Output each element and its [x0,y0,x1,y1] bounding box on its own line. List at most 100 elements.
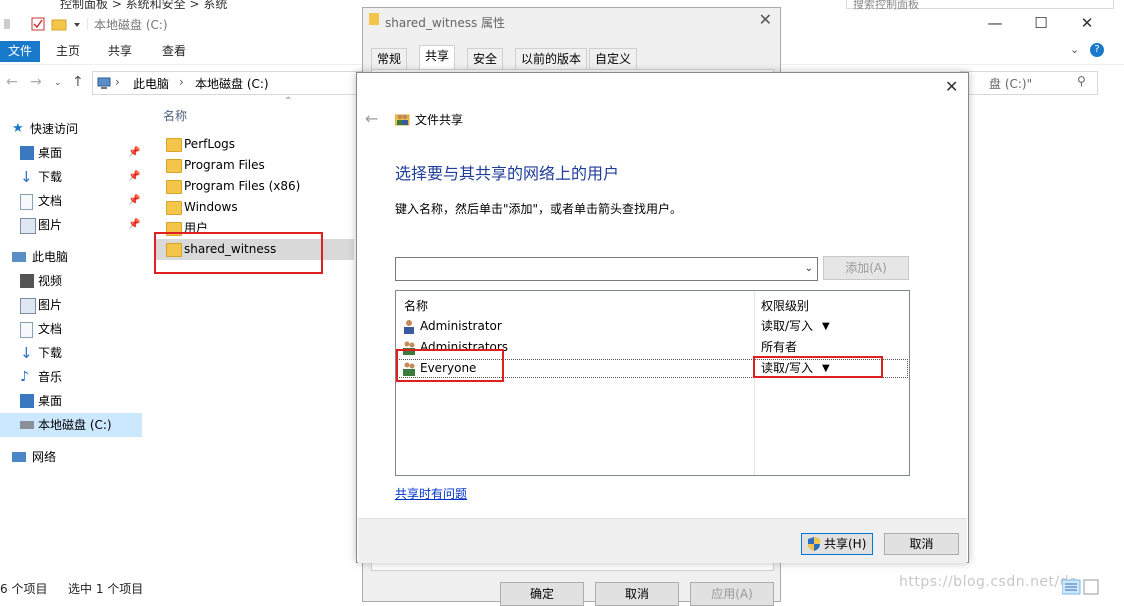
permission-level: 所有者 [761,340,798,354]
view-toggle [1062,578,1102,596]
picture-icon [20,218,36,234]
permission-level[interactable]: 读取/写入 [761,316,813,337]
computer-icon [97,77,111,89]
pin-icon[interactable]: 📌 [128,141,140,165]
nav-downloads[interactable]: ↓ 下载 📌 [0,165,142,189]
watermark: https://blog.csdn.net/da [899,574,1079,590]
address-pc[interactable]: 此电脑 [133,75,169,92]
nav-desktop[interactable]: 桌面 📌 [0,141,142,165]
file-item[interactable]: PerfLogs [156,134,354,155]
qat-dropdown-icon [74,23,80,27]
user-name-combobox[interactable]: ⌄ [395,257,818,281]
nav-network[interactable]: 网络 [0,445,142,469]
minimize-button[interactable]: — [972,10,1018,38]
nav-pictures[interactable]: 图片 📌 [0,213,142,237]
nav-label: 图片 [38,298,63,312]
forward-arrow-icon[interactable]: → [30,74,42,90]
download-arrow-icon: ↓ [20,168,33,186]
pin-icon[interactable]: 📌 [128,189,140,213]
nav-label: 文档 [38,194,63,208]
list-item[interactable]: Administrator 读取/写入 ▼ [396,316,909,337]
user-permission-list: 名称 权限级别 Administrator 读取/写入 ▼ Administra… [395,290,910,476]
nav-label: 快速访问 [30,122,79,136]
back-arrow-icon[interactable]: ← [6,74,18,90]
tab-general[interactable]: 常规 [371,48,408,69]
computer-icon [12,252,26,262]
recent-dropdown-icon[interactable]: ⌄ [54,78,62,88]
nav-music[interactable]: ♪ 音乐 [0,365,142,389]
desktop-icon [20,394,34,408]
folder-icon [369,13,379,25]
nav-local-disk[interactable]: 本地磁盘 (C:) [0,413,142,437]
nav-pc-desktop[interactable]: 桌面 [0,389,142,413]
sharing-help-link[interactable]: 共享时有问题 [395,485,467,502]
add-button[interactable]: 添加(A) [823,256,909,280]
close-icon[interactable]: ✕ [759,10,772,29]
tab-file[interactable]: 文件 [0,41,41,62]
address-box[interactable]: › 此电脑 › 本地磁盘 (C:) [92,71,362,95]
network-icon [12,452,26,462]
search-input[interactable]: 盘 (C:)" ⚲ [960,71,1098,95]
file-name: Windows [184,200,238,214]
pin-icon[interactable]: 📌 [128,213,140,237]
desktop-icon [20,146,34,160]
nav-pc-downloads[interactable]: ↓ 下载 [0,341,142,365]
back-arrow-icon[interactable]: ← [365,109,378,128]
background-search-box[interactable]: 搜索控制面板 [846,0,1114,10]
user-name: Administrator [420,319,502,333]
file-item[interactable]: Program Files (x86) [156,176,354,197]
folder-icon [166,180,182,194]
help-icon[interactable]: ? [1090,43,1104,57]
nav-pc-documents[interactable]: 文档 [0,317,142,341]
search-icon[interactable]: ⚲ [1077,74,1086,88]
nav-this-pc[interactable]: 此电脑 [0,245,142,269]
nav-pc-pictures[interactable]: 图片 [0,293,142,317]
column-header-name[interactable]: 名称 [404,297,428,314]
highlight-box-folder [154,232,323,274]
nav-quick-access[interactable]: ★ 快速访问 [0,117,142,141]
cancel-button[interactable]: 取消 [884,533,959,555]
search-text: 盘 (C:)" [989,77,1033,91]
file-item[interactable]: Windows [156,197,354,218]
cancel-button[interactable]: 取消 [595,582,679,606]
tab-sharing[interactable]: 共享 [419,45,456,70]
user-icon [404,320,414,334]
close-button[interactable]: ✕ [1064,10,1110,38]
address-drive[interactable]: 本地磁盘 (C:) [195,75,269,92]
tab-view[interactable]: 查看 [152,41,196,62]
apply-button[interactable]: 应用(A) [690,582,774,606]
nav-documents[interactable]: 文档 📌 [0,189,142,213]
quick-access-toolbar [4,16,88,32]
dialog-footer: 共享(H) 取消 [358,518,967,563]
tab-share[interactable]: 共享 [98,41,142,62]
properties-title: shared_witness 属性 [385,16,506,30]
drive-icon [20,421,34,429]
tab-home[interactable]: 主页 [46,41,90,62]
nav-label: 下载 [38,346,63,360]
dialog-instruction: 键入名称，然后单击"添加"，或者单击箭头查找用户。 [395,202,683,216]
document-icon [20,194,33,210]
pin-icon[interactable]: 📌 [128,165,140,189]
ribbon-expand-icon[interactable]: ⌄ [1070,43,1079,56]
file-name: Program Files [184,158,265,172]
up-arrow-icon[interactable]: ↑ [72,74,84,90]
close-icon[interactable]: ✕ [945,77,958,96]
dropdown-arrow-icon[interactable]: ▼ [822,316,830,337]
nav-videos[interactable]: 视频 [0,269,142,293]
tab-customize[interactable]: 自定义 [589,48,638,69]
background-breadcrumb: 控制面板 > 系统和安全 > 系统 [60,0,228,10]
star-icon: ★ [12,121,24,136]
chevron-down-icon[interactable]: ⌄ [805,263,813,274]
nav-label: 视频 [38,274,63,288]
file-item[interactable]: Program Files [156,155,354,176]
nav-label: 文档 [38,322,63,336]
column-header-name[interactable]: 名称 [163,107,187,124]
tab-security[interactable]: 安全 [467,48,504,69]
folder-icon [166,201,182,215]
ok-button[interactable]: 确定 [500,582,584,606]
share-button[interactable]: 共享(H) [801,533,873,555]
column-header-permission[interactable]: 权限级别 [761,297,809,314]
maximize-button[interactable]: ☐ [1018,10,1064,38]
dialog-heading: 选择要与其共享的网络上的用户 [395,164,620,183]
tab-previous-versions[interactable]: 以前的版本 [515,48,588,69]
